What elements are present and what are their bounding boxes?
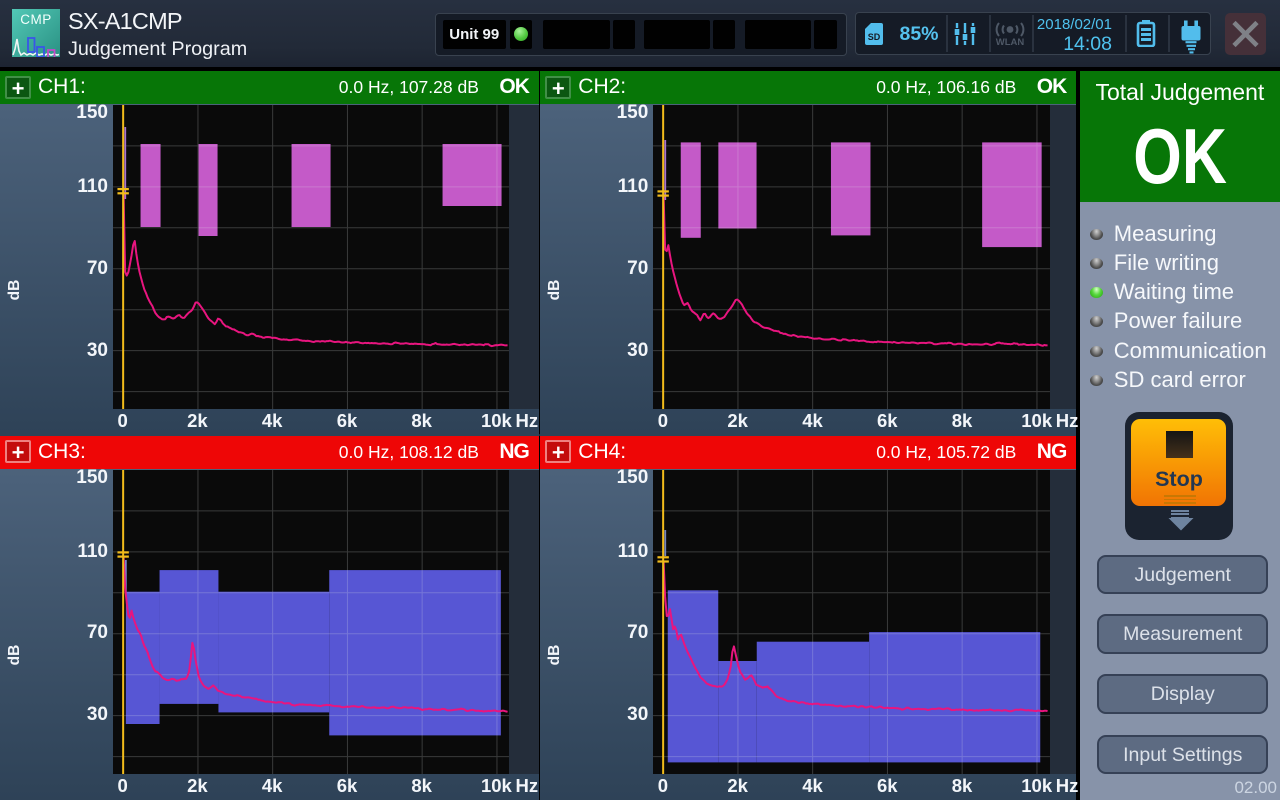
svg-text:SD: SD (868, 32, 881, 42)
svg-text:WLAN: WLAN (996, 37, 1025, 46)
